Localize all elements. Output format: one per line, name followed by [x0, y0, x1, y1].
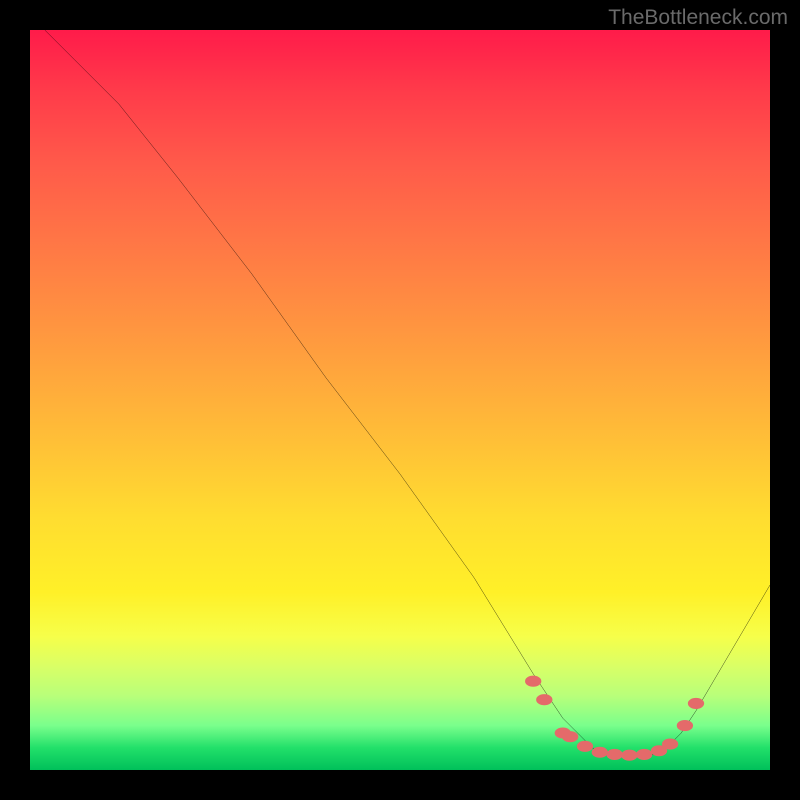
- highlight-dot: [577, 741, 593, 752]
- highlight-dot: [536, 694, 552, 705]
- highlight-dot: [562, 731, 578, 742]
- plot-area: [30, 30, 770, 770]
- highlight-dot: [525, 676, 541, 687]
- highlight-dot: [621, 750, 637, 761]
- highlight-dots-group: [525, 676, 704, 761]
- main-curve-path: [45, 30, 770, 755]
- chart-svg: [30, 30, 770, 770]
- highlight-dot: [688, 698, 704, 709]
- watermark-text: TheBottleneck.com: [608, 6, 788, 30]
- highlight-dot: [662, 739, 678, 750]
- highlight-dot: [677, 720, 693, 731]
- highlight-dot: [636, 749, 652, 760]
- chart-frame: TheBottleneck.com: [0, 0, 800, 800]
- highlight-dot: [606, 749, 622, 760]
- highlight-dot: [592, 747, 608, 758]
